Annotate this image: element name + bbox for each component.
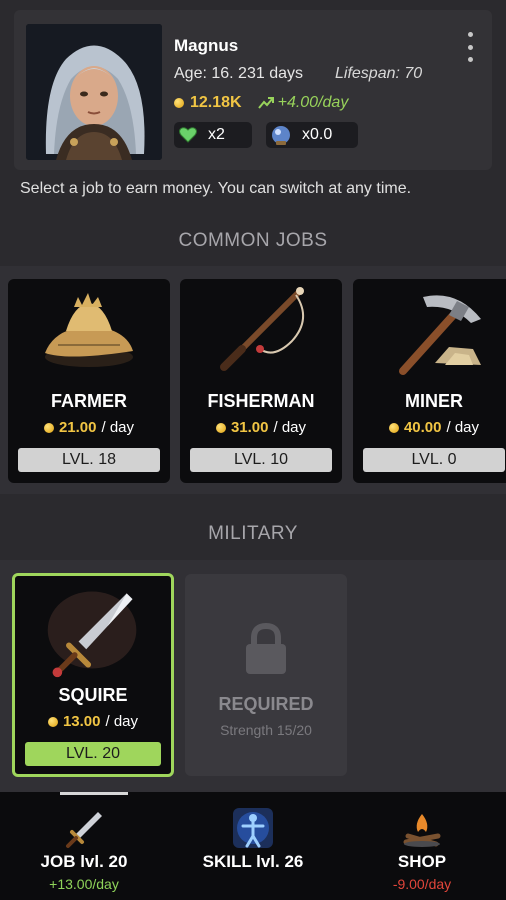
shop-campfire-icon	[403, 814, 441, 847]
skill-figure-icon	[233, 808, 273, 848]
job-level: LVL. 10	[190, 448, 332, 472]
lock-icon	[246, 622, 286, 674]
character-age: Age: 16. 231 days	[174, 65, 303, 82]
section-common-jobs: COMMON JOBS	[178, 230, 328, 251]
heart-multiplier-badge: x2	[174, 122, 252, 148]
character-name: Magnus	[174, 36, 239, 55]
trend-up-icon	[257, 97, 274, 109]
section-military: MILITARY	[208, 523, 298, 544]
orb-multiplier-value: x0.0	[302, 126, 333, 143]
job-card-farmer[interactable]: FARMER 21.00 / day LVL. 18	[8, 279, 170, 483]
nav-shop-expense: -9.00/day	[392, 876, 452, 892]
character-portrait	[26, 24, 162, 160]
sword-icon	[47, 591, 137, 678]
coin-icon	[215, 422, 226, 433]
income-trend: +4.00/day	[257, 94, 349, 112]
heart-multiplier-value: x2	[208, 126, 225, 143]
fishing-rod-icon	[220, 287, 304, 371]
job-card-fisherman[interactable]: FISHERMAN 31.00 / day LVL. 10	[180, 279, 342, 483]
money-value: 12.18K	[190, 94, 242, 111]
nav-job-label: JOB lvl. 20	[40, 852, 128, 871]
job-card-miner[interactable]: MINER 40.00 / day LVL. 0	[353, 279, 506, 483]
profile-card: Magnus Age: 16. 231 days Lifespan: 70 12…	[14, 10, 492, 170]
job-level: LVL. 20	[25, 742, 161, 766]
bottom-nav: JOB lvl. 20 +13.00/day SKILL lvl. 26 SHO…	[0, 792, 506, 900]
heart-icon	[179, 127, 197, 143]
coin-icon	[43, 422, 54, 433]
job-name: MINER	[405, 391, 463, 411]
job-pay: 21.00 / day	[8, 419, 170, 436]
info-text: Select a job to earn money. You can swit…	[20, 180, 412, 197]
farmer-hat-icon	[45, 293, 133, 367]
job-level: LVL. 0	[363, 448, 505, 472]
coin-icon	[388, 422, 399, 433]
nav-shop[interactable]: SHOP -9.00/day	[338, 792, 506, 900]
nav-skill-label: SKILL lvl. 26	[202, 852, 304, 871]
locked-requirement: Strength 15/20	[220, 722, 312, 738]
job-card-squire[interactable]: SQUIRE 13.00 / day LVL. 20	[12, 573, 174, 777]
nav-job[interactable]: JOB lvl. 20 +13.00/day	[0, 792, 168, 900]
sword-icon	[66, 812, 102, 848]
pickaxe-icon	[399, 295, 481, 375]
job-name: FARMER	[51, 391, 127, 411]
nav-shop-label: SHOP	[397, 852, 447, 871]
money-row: 12.18K +4.00/day	[174, 94, 348, 112]
locked-label: REQUIRED	[218, 694, 314, 714]
orb-multiplier-badge: x0.0	[266, 122, 358, 148]
coin-icon	[174, 98, 184, 108]
more-options-icon[interactable]	[464, 32, 476, 62]
locked-job-card[interactable]: REQUIRED Strength 15/20	[185, 574, 347, 776]
job-pay: 40.00 / day	[353, 419, 506, 436]
income-value: +4.00/day	[277, 94, 349, 111]
job-level: LVL. 18	[18, 448, 160, 472]
job-name: FISHERMAN	[207, 391, 315, 411]
job-name: SQUIRE	[58, 685, 128, 705]
nav-job-income: +13.00/day	[49, 876, 119, 892]
job-pay: 13.00 / day	[15, 713, 171, 730]
job-pay: 31.00 / day	[180, 419, 342, 436]
character-lifespan: Lifespan: 70	[335, 65, 423, 82]
coin-icon	[47, 716, 58, 727]
active-tab-indicator	[60, 792, 128, 795]
nav-skill[interactable]: SKILL lvl. 26	[169, 792, 337, 900]
crystal-orb-icon	[272, 126, 290, 145]
